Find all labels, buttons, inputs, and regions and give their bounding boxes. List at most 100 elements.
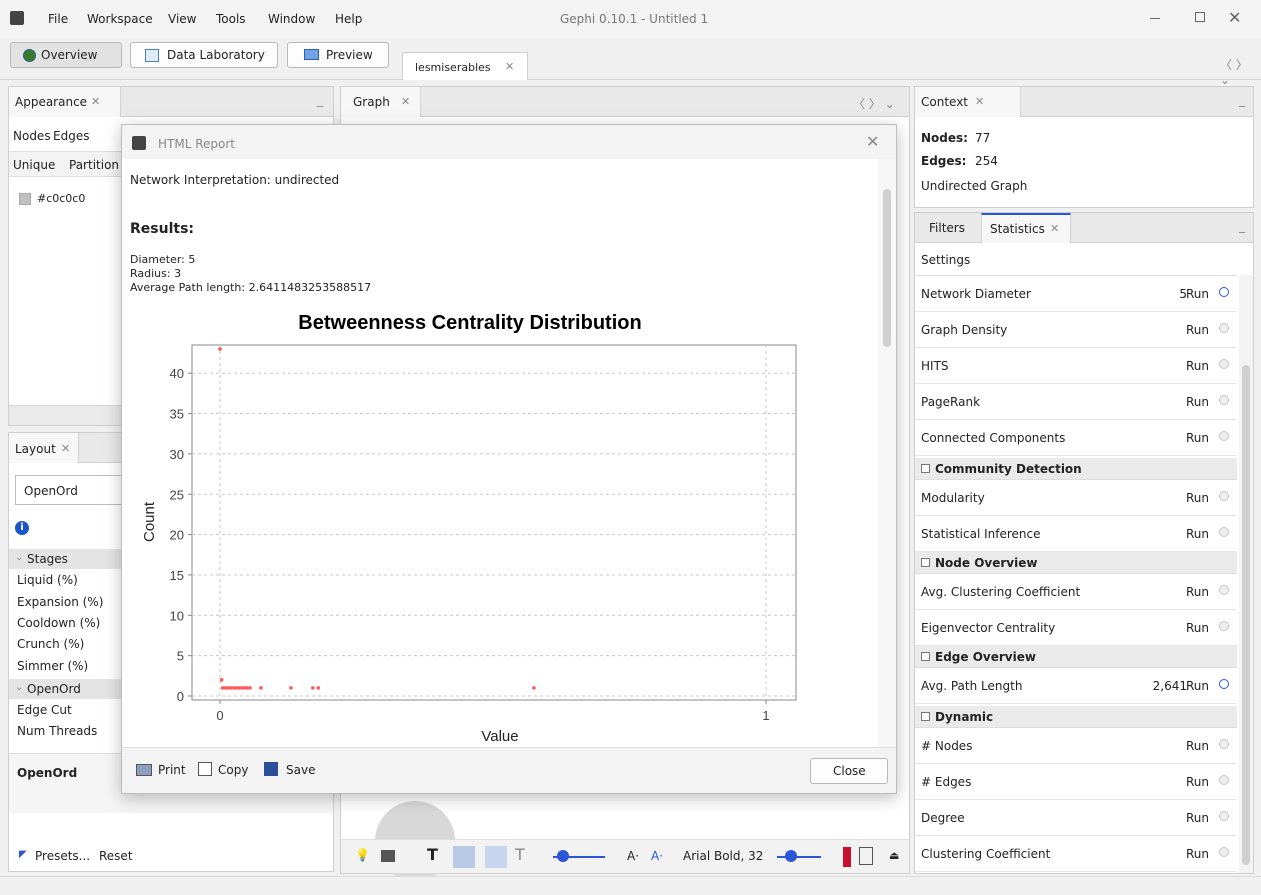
help-icon[interactable]: [1219, 585, 1229, 595]
tab-layout[interactable]: Layout ✕: [9, 433, 79, 463]
scrollbar-thumb[interactable]: [883, 189, 891, 347]
settings-button[interactable]: Settings: [921, 253, 970, 267]
run-button[interactable]: Run: [1186, 775, 1209, 789]
font-size-slider[interactable]: [777, 856, 821, 858]
menu-file[interactable]: File: [48, 12, 68, 26]
preview-button[interactable]: Preview: [287, 42, 389, 68]
run-button[interactable]: Run: [1186, 395, 1209, 409]
save-button[interactable]: Save: [286, 763, 315, 777]
statistics-scrollbar[interactable]: [1239, 275, 1253, 873]
close-tab-icon[interactable]: ✕: [1050, 222, 1059, 235]
minimize-icon[interactable]: [1150, 18, 1160, 19]
data-laboratory-button[interactable]: Data Laboratory: [130, 42, 278, 68]
stat-row-clustering-coefficient: Clustering Coefficient Run: [915, 836, 1237, 872]
help-icon[interactable]: [1219, 775, 1229, 785]
run-button[interactable]: Run: [1186, 679, 1209, 693]
overview-button[interactable]: Overview: [10, 42, 122, 68]
section-edge-overview[interactable]: Edge Overview: [915, 646, 1237, 668]
minimize-panel-icon[interactable]: _: [317, 93, 323, 107]
reset-button[interactable]: Reset: [99, 849, 133, 863]
lightbulb-icon[interactable]: 💡: [355, 848, 370, 862]
unique-tab[interactable]: Unique: [13, 158, 55, 172]
font-decrease-icon[interactable]: A·: [627, 849, 639, 863]
run-button[interactable]: Run: [1186, 811, 1209, 825]
table-icon: [145, 49, 159, 62]
results-heading: Results:: [130, 221, 194, 237]
section-community-detection[interactable]: Community Detection: [915, 458, 1237, 480]
run-button[interactable]: Run: [1186, 323, 1209, 337]
tab-context[interactable]: Context ✕: [915, 87, 1021, 117]
report-scrollbar[interactable]: [878, 159, 896, 747]
help-icon[interactable]: [1219, 491, 1229, 501]
copy-button[interactable]: Copy: [218, 763, 248, 777]
run-button[interactable]: Run: [1186, 621, 1209, 635]
font-size-slider-handle[interactable]: [785, 850, 797, 862]
close-window-icon[interactable]: ✕: [1228, 8, 1241, 27]
nodes-tab[interactable]: Nodes: [13, 129, 51, 143]
tab-statistics[interactable]: Statistics ✕: [981, 213, 1071, 243]
menu-window[interactable]: Window: [268, 12, 315, 26]
help-icon[interactable]: [1219, 323, 1229, 333]
maximize-icon[interactable]: [1195, 12, 1205, 22]
run-button[interactable]: Run: [1186, 527, 1209, 541]
close-tab-icon[interactable]: ✕: [91, 95, 100, 108]
close-tab-icon[interactable]: ✕: [505, 60, 514, 73]
presets-button[interactable]: Presets...: [35, 849, 90, 863]
edges-tab[interactable]: Edges: [53, 129, 89, 143]
run-button[interactable]: Run: [1186, 491, 1209, 505]
run-button[interactable]: Run: [1186, 585, 1209, 599]
help-icon[interactable]: [1219, 811, 1229, 821]
run-button[interactable]: Run: [1186, 431, 1209, 445]
help-icon[interactable]: [1219, 847, 1229, 857]
help-icon[interactable]: [1219, 395, 1229, 405]
print-button[interactable]: Print: [158, 763, 186, 777]
tab-nav-icon[interactable]: 〈 〉 ⌄: [1220, 56, 1261, 87]
menu-view[interactable]: View: [168, 12, 196, 26]
close-dialog-icon[interactable]: ✕: [866, 132, 879, 151]
section-node-overview[interactable]: Node Overview: [915, 552, 1237, 574]
size-slider-handle[interactable]: [557, 850, 569, 862]
run-button[interactable]: Run: [1186, 847, 1209, 861]
help-icon[interactable]: [1219, 527, 1229, 537]
tab-appearance[interactable]: Appearance ✕: [9, 87, 121, 117]
minimize-panel-icon[interactable]: _: [1239, 93, 1245, 107]
menu-help[interactable]: Help: [335, 12, 362, 26]
help-icon[interactable]: [1219, 287, 1229, 297]
menu-tools[interactable]: Tools: [216, 12, 246, 26]
info-icon[interactable]: i: [15, 521, 29, 535]
tab-graph[interactable]: Graph ✕: [341, 87, 421, 117]
color-swatch[interactable]: [19, 193, 31, 205]
run-button[interactable]: Run: [1186, 287, 1209, 301]
layout-desc-title: OpenOrd: [17, 766, 78, 780]
help-icon[interactable]: [1219, 679, 1229, 689]
close-button[interactable]: Close: [810, 758, 888, 784]
help-icon[interactable]: [1219, 739, 1229, 749]
text-bold-icon[interactable]: T: [427, 845, 438, 864]
menu-workspace[interactable]: Workspace: [87, 12, 153, 26]
close-tab-icon[interactable]: ✕: [975, 95, 984, 108]
run-button[interactable]: Run: [1186, 739, 1209, 753]
tab-nav-icon[interactable]: 〈 〉 ⌄: [853, 95, 895, 112]
help-icon[interactable]: [1219, 431, 1229, 441]
font-color-icon[interactable]: A·: [651, 849, 663, 863]
color-bar-icon[interactable]: [843, 847, 851, 867]
workspace-tab[interactable]: lesmiserables ✕: [402, 52, 528, 80]
scrollbar-thumb[interactable]: [1242, 365, 1250, 865]
help-icon[interactable]: [1219, 359, 1229, 369]
run-button[interactable]: Run: [1186, 359, 1209, 373]
section-dynamic[interactable]: Dynamic: [915, 706, 1237, 728]
edge-line-icon[interactable]: [453, 846, 475, 868]
eject-icon[interactable]: ⏏: [889, 849, 899, 862]
clipboard-icon[interactable]: [859, 847, 873, 865]
font-label[interactable]: Arial Bold, 32: [683, 849, 763, 863]
help-icon[interactable]: [1219, 621, 1229, 631]
text-outline-icon[interactable]: T: [515, 845, 525, 864]
partition-tab[interactable]: Partition: [69, 158, 119, 172]
screenshot-icon[interactable]: [381, 850, 395, 862]
minimize-panel-icon[interactable]: _: [1239, 219, 1245, 233]
edge-color-icon[interactable]: [485, 846, 507, 868]
tab-filters[interactable]: Filters: [929, 221, 965, 235]
close-tab-icon[interactable]: ✕: [61, 442, 70, 455]
close-tab-icon[interactable]: ✕: [401, 95, 410, 108]
title-bar: File Workspace View Tools Window Help Ge…: [0, 0, 1261, 38]
